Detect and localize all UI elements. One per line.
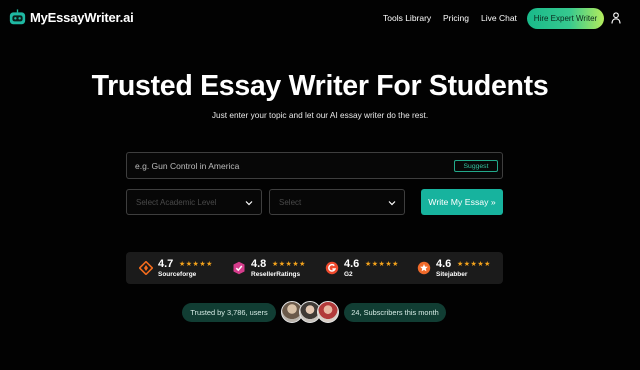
rating-stars: ★★★★★	[365, 261, 399, 268]
rating-stars: ★★★★★	[272, 261, 306, 268]
rating-resellerratings: 4.8 ★★★★★ ResellerRatings	[232, 257, 318, 279]
chevron-down-icon	[388, 201, 396, 206]
logo-text: MyEssayWriter.ai	[30, 10, 134, 25]
rating-stars: ★★★★★	[179, 261, 213, 268]
write-my-essay-button[interactable]: Write My Essay »	[421, 189, 503, 215]
rating-sourceforge: 4.7 ★★★★★ Sourceforge	[139, 257, 225, 279]
page-title: Trusted Essay Writer For Students	[91, 70, 549, 102]
robot-logo-icon	[9, 9, 26, 25]
topic-input[interactable]	[135, 153, 445, 178]
rating-sitejabber: 4.6 ★★★★★ Sitejabber	[417, 257, 503, 279]
page-subtitle: Just enter your topic and let our AI ess…	[211, 110, 429, 120]
rating-score: 4.8	[251, 258, 267, 270]
top-nav: MyEssayWriter.ai Tools Library Pricing L…	[0, 0, 640, 38]
subscribers-badge: 24, Subscribers this month	[344, 303, 446, 322]
sitejabber-icon	[417, 261, 431, 275]
rating-source: Sitejabber	[436, 271, 468, 278]
rating-source: G2	[344, 271, 353, 278]
nav-live-chat[interactable]: Live Chat	[481, 13, 517, 23]
topic-field: Suggest	[126, 152, 503, 179]
resellerratings-icon	[233, 261, 245, 275]
suggest-button[interactable]: Suggest	[454, 160, 498, 172]
rating-score: 4.6	[436, 258, 452, 270]
word-count-select[interactable]: Select	[269, 189, 405, 215]
user-icon[interactable]	[611, 12, 621, 24]
nav-tools-library[interactable]: Tools Library	[383, 13, 431, 23]
hire-expert-writer-button[interactable]: Hire Expert Writer	[527, 8, 604, 29]
rating-source: Sourceforge	[158, 271, 197, 278]
word-count-value: Select	[279, 198, 302, 207]
avatar	[317, 301, 339, 323]
trusted-users-badge: Trusted by 3,786, users	[182, 303, 276, 322]
ratings-bar: 4.7 ★★★★★ Sourceforge 4.8 ★★★★★ Reseller…	[126, 252, 503, 284]
logo[interactable]: MyEssayWriter.ai	[9, 9, 134, 26]
academic-level-value: Select Academic Level	[136, 198, 217, 207]
rating-score: 4.6	[344, 258, 360, 270]
chevron-down-icon	[245, 201, 253, 206]
g2-icon	[325, 261, 339, 275]
user-avatars	[281, 301, 339, 323]
nav-pricing[interactable]: Pricing	[443, 13, 469, 23]
rating-source: ResellerRatings	[251, 271, 301, 278]
rating-score: 4.7	[158, 258, 174, 270]
rating-g2: 4.6 ★★★★★ G2	[325, 257, 411, 279]
sourceforge-icon	[139, 261, 153, 275]
academic-level-select[interactable]: Select Academic Level	[126, 189, 262, 215]
rating-stars: ★★★★★	[457, 261, 491, 268]
